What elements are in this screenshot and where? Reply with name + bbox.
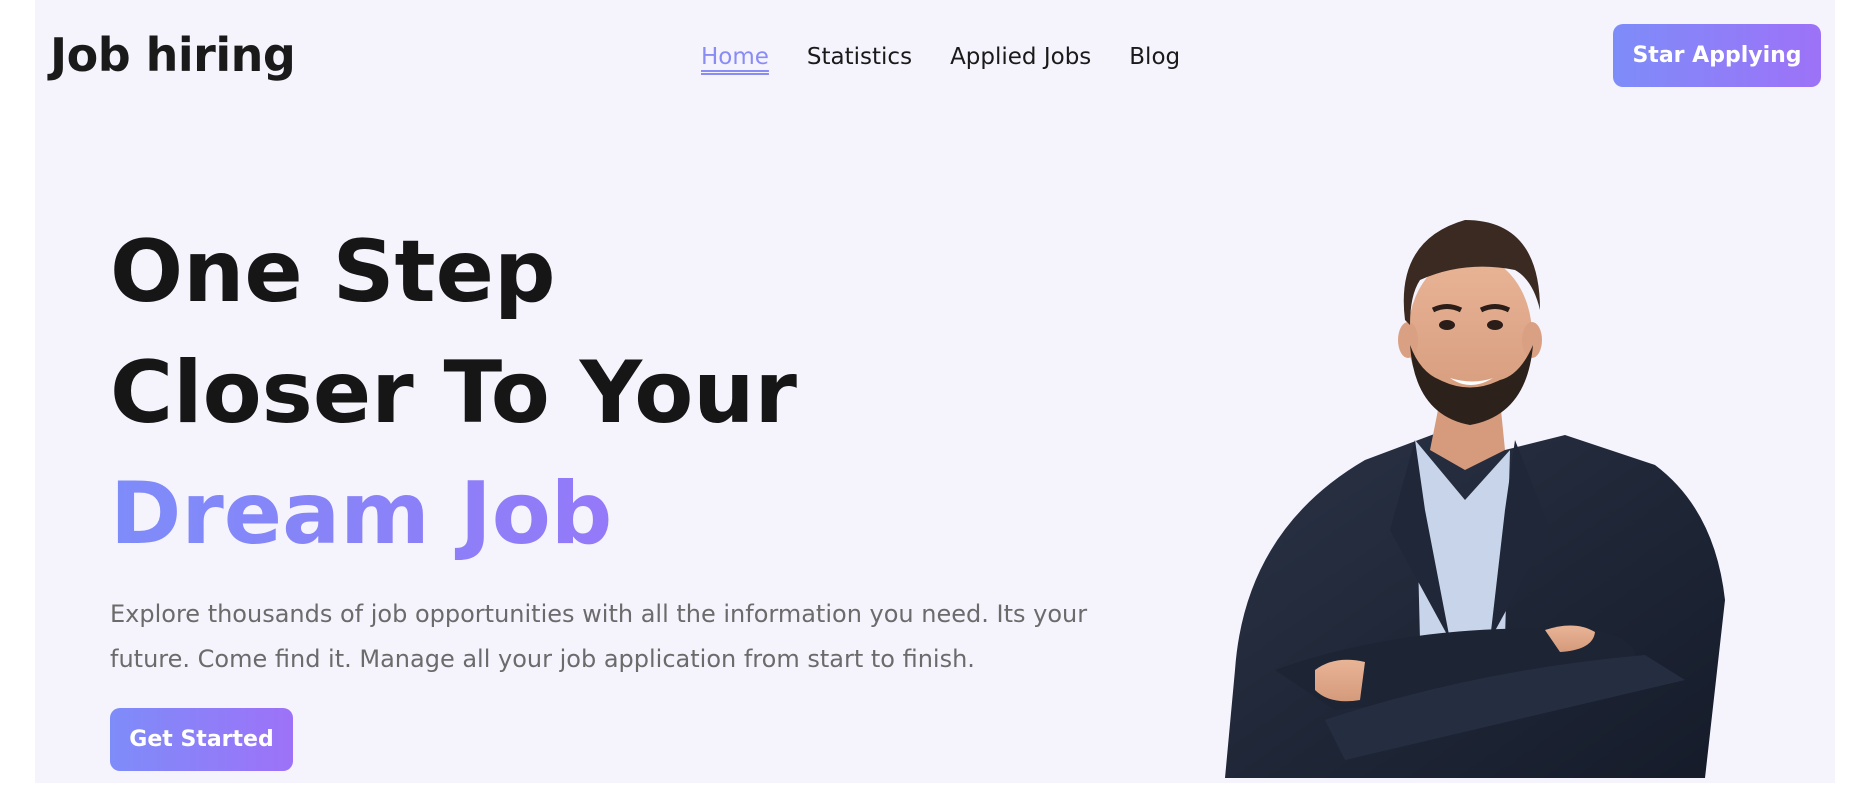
hero-title-line-2: Closer To Your — [110, 343, 797, 443]
nav-blog[interactable]: Blog — [1129, 44, 1180, 70]
get-started-button[interactable]: Get Started — [110, 708, 293, 771]
nav-home[interactable]: Home — [701, 44, 769, 70]
hero-title-accent: Dream Job — [110, 454, 797, 575]
hero-portrait-image — [1225, 220, 1725, 778]
hero-description: Explore thousands of job opportunities w… — [110, 600, 1088, 673]
nav-applied-jobs[interactable]: Applied Jobs — [950, 44, 1091, 70]
hero-title: One Step Closer To Your Dream Job — [110, 212, 797, 575]
nav-statistics[interactable]: Statistics — [807, 44, 912, 70]
hero-title-line-1: One Step — [110, 222, 556, 322]
main-nav: Home Statistics Applied Jobs Blog — [701, 44, 1180, 70]
star-applying-button[interactable]: Star Applying — [1613, 24, 1821, 87]
page: Job hiring Home Statistics Applied Jobs … — [35, 0, 1835, 783]
logo[interactable]: Job hiring — [50, 28, 296, 82]
